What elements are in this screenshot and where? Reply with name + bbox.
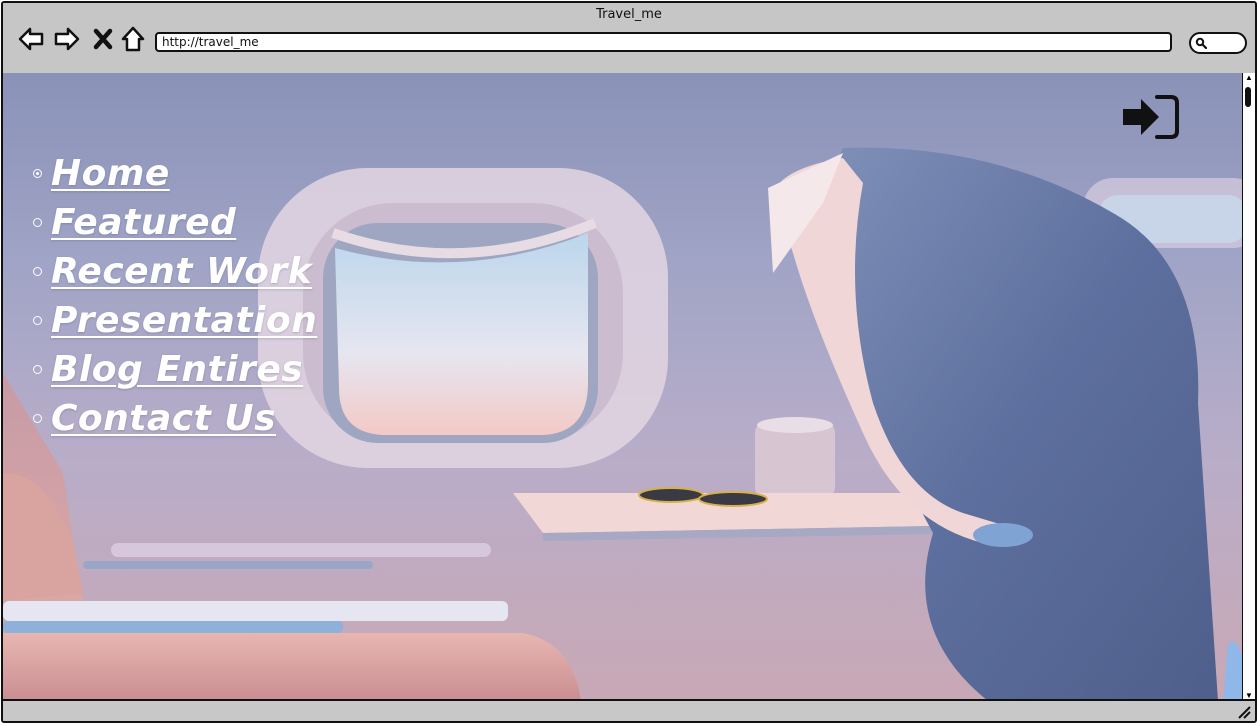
arrow-right-icon [54,27,80,51]
nav-link-contact[interactable]: Contact Us [51,398,276,439]
nav-link-home[interactable]: Home [51,153,170,194]
nav-item-featured: Featured [33,198,317,247]
browser-window: Travel_me http://travel_me Home Featured… [1,1,1257,723]
home-button[interactable] [119,25,147,53]
forward-button[interactable] [53,25,81,53]
search-box[interactable] [1189,32,1247,54]
radio-bullet-icon [33,218,42,227]
nav-link-blog[interactable]: Blog Entires [51,349,303,390]
scroll-thumb[interactable] [1245,87,1251,107]
main-nav: Home Featured Recent Work Presentation B… [33,149,317,443]
nav-link-presentation[interactable]: Presentation [51,300,317,341]
nav-item-presentation: Presentation [33,296,317,345]
status-bar [3,699,1255,721]
browser-toolbar: Travel_me http://travel_me [3,3,1255,75]
search-icon [1195,37,1207,49]
resize-grip-icon[interactable] [1237,705,1251,719]
sign-in-icon [1123,95,1179,139]
radio-bullet-icon [33,169,42,178]
page-viewport: Home Featured Recent Work Presentation B… [3,73,1245,701]
nav-item-blog: Blog Entires [33,345,317,394]
back-button[interactable] [17,25,45,53]
address-bar[interactable]: http://travel_me [155,32,1172,52]
close-icon [93,28,113,50]
nav-link-recent-work[interactable]: Recent Work [51,251,312,292]
arrow-left-icon [18,27,44,51]
login-button[interactable] [1121,93,1179,141]
vertical-scrollbar[interactable]: ▲ ▼ [1242,73,1255,701]
radio-bullet-icon [33,267,42,276]
home-icon [121,26,145,52]
radio-bullet-icon [33,316,42,325]
window-title: Travel_me [596,7,662,22]
nav-link-featured[interactable]: Featured [51,202,236,243]
radio-bullet-icon [33,414,42,423]
nav-item-recent-work: Recent Work [33,247,317,296]
nav-item-contact: Contact Us [33,394,317,443]
stop-button[interactable] [89,25,117,53]
scroll-up-icon[interactable]: ▲ [1243,73,1255,83]
nav-item-home: Home [33,149,317,198]
radio-bullet-icon [33,365,42,374]
